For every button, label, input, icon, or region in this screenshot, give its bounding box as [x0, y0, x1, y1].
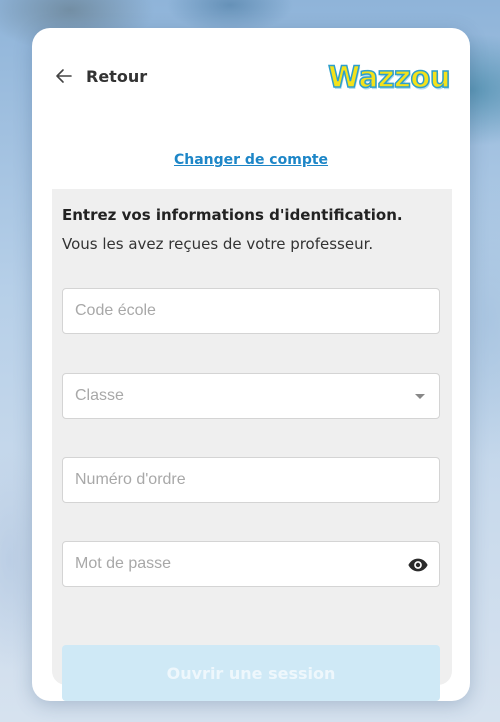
- switch-account-link[interactable]: Changer de compte: [174, 152, 328, 168]
- open-session-button[interactable]: Ouvrir une session: [62, 645, 440, 701]
- class-select-placeholder: Classe: [75, 387, 124, 404]
- form-heading: Entrez vos informations d'identification…: [62, 206, 403, 224]
- back-button[interactable]: Retour: [54, 66, 147, 86]
- class-select[interactable]: Classe: [62, 373, 440, 419]
- login-form: Entrez vos informations d'identification…: [52, 189, 452, 701]
- card-header: Retour Wazzou: [32, 28, 470, 128]
- form-subheading: Vous les avez reçues de votre professeur…: [62, 235, 374, 253]
- password-field: [62, 541, 440, 587]
- brand-logo: Wazzou: [327, 59, 451, 95]
- caret-down-icon: [415, 394, 425, 399]
- order-number-field: [62, 457, 440, 503]
- order-number-input[interactable]: [63, 458, 439, 502]
- school-code-field: [62, 288, 440, 334]
- switch-account: Changer de compte: [32, 149, 470, 168]
- login-card: Retour Wazzou Changer de compte Entrez v…: [32, 28, 470, 701]
- school-code-input[interactable]: [63, 289, 439, 333]
- password-input[interactable]: [63, 542, 439, 586]
- eye-icon[interactable]: [407, 554, 429, 576]
- arrow-left-icon: [56, 69, 72, 83]
- back-label: Retour: [86, 66, 148, 86]
